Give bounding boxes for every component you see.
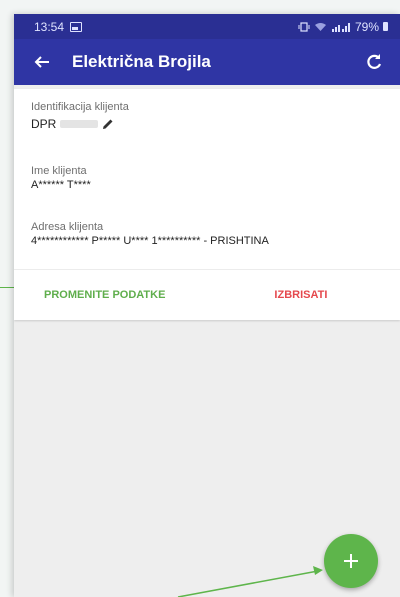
annotation-arrow [177, 566, 323, 597]
